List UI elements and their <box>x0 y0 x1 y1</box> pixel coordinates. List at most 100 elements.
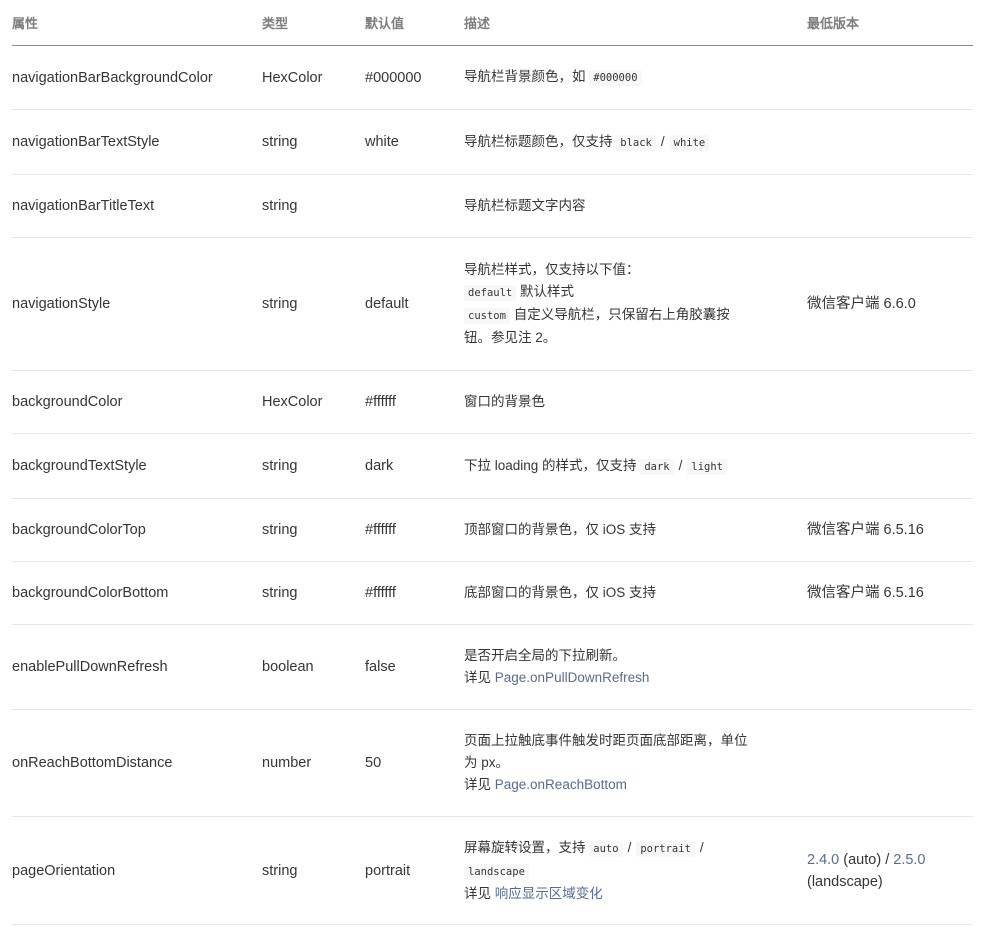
cell-desc: 导航栏标题文字内容 <box>464 174 807 238</box>
option-line: default 默认样式 <box>464 281 807 304</box>
version-link[interactable]: 2.4.0 <box>807 852 839 868</box>
cell-version <box>807 109 973 175</box>
table-row: navigationBarTextStyle string white 导航栏标… <box>12 109 973 175</box>
cell-default: #ffffff <box>365 561 464 625</box>
cell-default: #ffffff <box>365 498 464 562</box>
table-row: navigationStyle string default 导航栏样式，仅支持… <box>12 237 973 371</box>
version-text: (auto) / <box>843 851 890 868</box>
code-value: landscape <box>464 863 529 880</box>
desc-line: 是否开启全局的下拉刷新。 <box>464 648 626 663</box>
desc-line: 屏幕旋转设置，支持 auto / portrait / <box>464 837 807 860</box>
cell-default <box>365 174 464 238</box>
cell-desc: 下拉 loading 的样式，仅支持 dark / light <box>464 433 807 499</box>
cell-desc: 屏幕旋转设置，支持 auto / portrait / landscape 详见 响应… <box>464 816 807 925</box>
doc-link[interactable]: Page.onReachBottom <box>495 777 627 792</box>
see-also-label: 详见 <box>464 670 491 685</box>
desc-text: 导航栏背景颜色，如 <box>464 69 586 84</box>
cell-attr: navigationBarTitleText <box>12 174 262 238</box>
table-row: pageOrientation string portrait 屏幕旋转设置，支… <box>12 816 973 925</box>
code-value: dark <box>640 458 674 475</box>
table-row: backgroundColorTop string #ffffff 顶部窗口的背… <box>12 498 973 562</box>
cell-version <box>807 370 973 434</box>
code-value: black <box>616 134 656 151</box>
see-also-line: 详见 Page.onReachBottom <box>464 774 807 796</box>
cell-default: 50 <box>365 709 464 817</box>
slash-separator: / <box>627 839 632 855</box>
cell-attr: enablePullDownRefresh <box>12 624 262 710</box>
desc-text: 下拉 loading 的样式，仅支持 <box>464 457 637 473</box>
cell-default: portrait <box>365 816 464 925</box>
code-value: #000000 <box>589 70 642 86</box>
cell-version <box>807 624 973 710</box>
cell-desc: 窗口的背景色 <box>464 370 807 434</box>
cell-type: string <box>262 561 365 625</box>
table-row: navigationBarTitleText string 导航栏标题文字内容 <box>12 174 973 238</box>
doc-link[interactable]: 响应显示区域变化 <box>495 886 603 901</box>
cell-default: dark <box>365 433 464 499</box>
header-version: 最低版本 <box>807 0 973 46</box>
cell-desc: 是否开启全局的下拉刷新。 详见 Page.onPullDownRefresh <box>464 624 807 710</box>
code-value: default <box>464 285 517 301</box>
cell-default: default <box>365 237 464 371</box>
table-row: backgroundTextStyle string dark 下拉 loadi… <box>12 433 973 499</box>
config-table: 属性 类型 默认值 描述 最低版本 navigationBarBackgroun… <box>12 0 973 925</box>
code-value: white <box>669 134 710 151</box>
cell-version <box>807 709 973 817</box>
header-desc: 描述 <box>464 0 807 46</box>
see-also-label: 详见 <box>464 777 491 792</box>
cell-attr: navigationStyle <box>12 237 262 371</box>
desc-line: landscape <box>464 860 807 883</box>
doc-link[interactable]: Page.onPullDownRefresh <box>495 670 650 685</box>
header-default: 默认值 <box>365 0 464 46</box>
cell-version <box>807 433 973 499</box>
see-also-label: 详见 <box>464 885 491 901</box>
cell-type: HexColor <box>262 45 365 110</box>
cell-attr: backgroundColorBottom <box>12 561 262 625</box>
code-value: light <box>687 458 727 475</box>
slash-separator: / <box>678 457 683 473</box>
cell-type: boolean <box>262 624 365 710</box>
cell-attr: onReachBottomDistance <box>12 709 262 817</box>
option-text-cont: 钮。参见注 2。 <box>464 330 557 345</box>
cell-desc: 页面上拉触底事件触发时距页面底部距离，单位 为 px。 详见 Page.onRe… <box>464 709 807 817</box>
cell-type: string <box>262 109 365 175</box>
cell-attr: pageOrientation <box>12 816 262 925</box>
option-text: 自定义导航栏，只保留右上角胶囊按 <box>513 307 730 322</box>
cell-type: string <box>262 816 365 925</box>
desc-text: 屏幕旋转设置，支持 <box>464 839 586 855</box>
table-row: enablePullDownRefresh boolean false 是否开启… <box>12 624 973 710</box>
desc-text: 导航栏标题颜色，仅支持 <box>464 133 613 149</box>
cell-version: 2.4.0 (auto) / 2.5.0 (landscape) <box>807 816 973 925</box>
cell-attr: backgroundColor <box>12 370 262 434</box>
cell-version <box>807 174 973 238</box>
code-value: custom <box>464 308 510 324</box>
cell-version: 微信客户端 6.5.16 <box>807 561 973 625</box>
option-line: custom 自定义导航栏，只保留右上角胶囊按 <box>464 304 807 327</box>
cell-default: #ffffff <box>365 370 464 434</box>
code-value: auto <box>589 840 623 857</box>
cell-attr: backgroundTextStyle <box>12 433 262 499</box>
cell-default: #000000 <box>365 45 464 110</box>
cell-version: 微信客户端 6.5.16 <box>807 498 973 562</box>
cell-version: 微信客户端 6.6.0 <box>807 237 973 371</box>
cell-attr: navigationBarTextStyle <box>12 109 262 175</box>
cell-desc: 顶部窗口的背景色，仅 iOS 支持 <box>464 498 807 562</box>
table-header-row: 属性 类型 默认值 描述 最低版本 <box>12 0 973 46</box>
cell-type: string <box>262 174 365 238</box>
cell-desc: 底部窗口的背景色，仅 iOS 支持 <box>464 561 807 625</box>
cell-desc: 导航栏背景颜色，如 #000000 <box>464 45 807 110</box>
table-row: onReachBottomDistance number 50 页面上拉触底事件… <box>12 709 973 817</box>
cell-type: string <box>262 237 365 371</box>
cell-attr: backgroundColorTop <box>12 498 262 562</box>
desc-line: 页面上拉触底事件触发时距页面底部距离，单位 <box>464 733 748 748</box>
cell-version <box>807 45 973 110</box>
cell-default: white <box>365 109 464 175</box>
table-row: backgroundColorBottom string #ffffff 底部窗… <box>12 561 973 625</box>
slash-separator: / <box>660 133 665 149</box>
see-also-line: 详见 响应显示区域变化 <box>464 883 807 905</box>
cell-type: HexColor <box>262 370 365 434</box>
cell-type: string <box>262 498 365 562</box>
see-also-line: 详见 Page.onPullDownRefresh <box>464 667 807 689</box>
option-text: 默认样式 <box>520 284 575 299</box>
version-link[interactable]: 2.5.0 <box>893 852 925 868</box>
